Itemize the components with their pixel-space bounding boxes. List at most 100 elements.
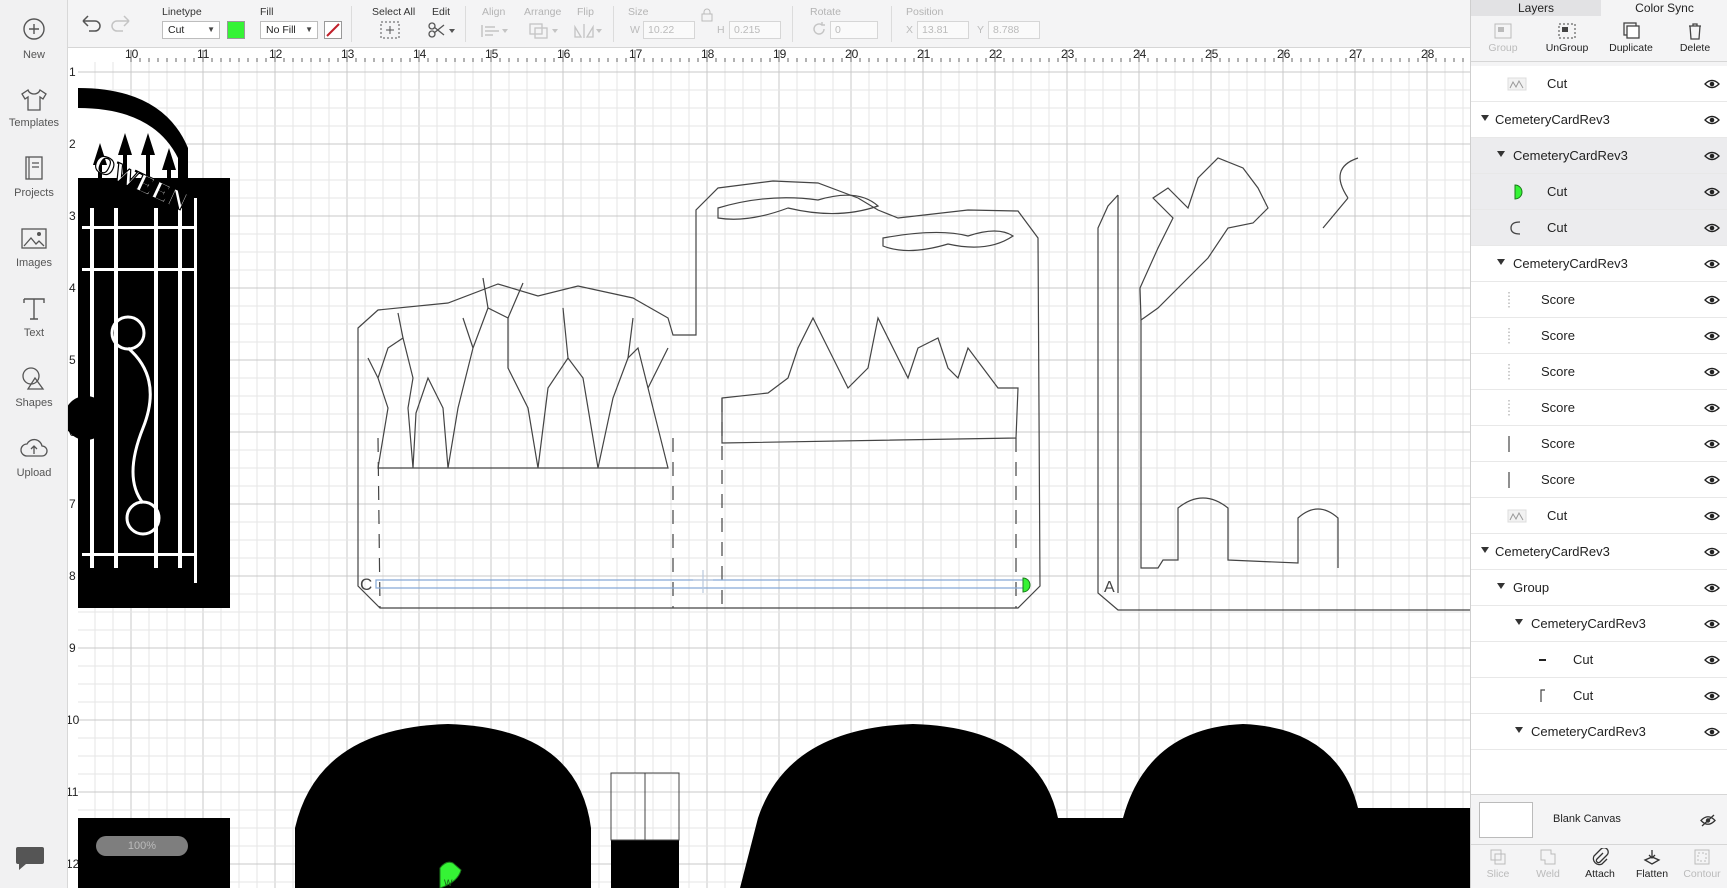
- eye-icon[interactable]: [1704, 258, 1720, 270]
- eye-icon[interactable]: [1704, 366, 1720, 378]
- arrange-icon[interactable]: [528, 22, 560, 40]
- ruler-left-label: 12: [68, 857, 80, 871]
- blank-canvas-swatch[interactable]: [1479, 802, 1533, 838]
- eye-icon[interactable]: [1704, 222, 1720, 234]
- sidebar-item-images[interactable]: Images: [0, 224, 68, 269]
- eye-icon[interactable]: [1704, 654, 1720, 666]
- layer-row[interactable]: Score: [1471, 426, 1727, 462]
- expand-triangle-icon[interactable]: [1515, 727, 1523, 733]
- ungroup-button[interactable]: UnGroup: [1535, 22, 1599, 54]
- select-all-icon[interactable]: [380, 21, 400, 39]
- expand-triangle-icon[interactable]: [1481, 115, 1489, 121]
- layer-row[interactable]: CemeteryCardRev3: [1471, 102, 1727, 138]
- eye-icon[interactable]: [1704, 546, 1720, 558]
- tab-color-sync[interactable]: Color Sync: [1601, 0, 1727, 16]
- lock-icon[interactable]: [701, 8, 713, 22]
- eye-icon[interactable]: [1704, 186, 1720, 198]
- layer-list[interactable]: Cut CemeteryCardRev3 CemeteryCardRev3 Cut Cu…: [1471, 66, 1727, 794]
- layer-row[interactable]: CemeteryCardRev3: [1471, 714, 1727, 750]
- layer-row[interactable]: Score: [1471, 354, 1727, 390]
- linetype-color-swatch[interactable]: [227, 21, 245, 39]
- layer-row[interactable]: Cut: [1471, 66, 1727, 102]
- expand-triangle-icon[interactable]: [1515, 619, 1523, 625]
- rotate-value: 0: [835, 24, 841, 36]
- eye-icon[interactable]: [1704, 582, 1720, 594]
- slice-button[interactable]: Slice: [1473, 848, 1523, 880]
- eye-icon[interactable]: [1704, 618, 1720, 630]
- blank-canvas-row[interactable]: Blank Canvas: [1471, 794, 1727, 844]
- design-canvas[interactable]: 10 11 12 13 14 15 16 17 18 19 20 21 22 23 24 25 26 27 28 1…: [68, 48, 1470, 888]
- layer-row[interactable]: Cut: [1471, 210, 1727, 246]
- layer-row[interactable]: Score: [1471, 462, 1727, 498]
- ruler-left-label: 2: [69, 137, 76, 151]
- eye-hidden-icon[interactable]: [1700, 814, 1716, 827]
- no-fill-swatch[interactable]: [324, 21, 342, 39]
- align-icon[interactable]: [480, 23, 510, 39]
- expand-triangle-icon[interactable]: [1497, 259, 1505, 265]
- eye-icon[interactable]: [1704, 474, 1720, 486]
- eye-icon[interactable]: [1704, 690, 1720, 702]
- eye-icon[interactable]: [1704, 294, 1720, 306]
- sidebar-item-shapes[interactable]: Shapes: [0, 364, 68, 409]
- attach-button[interactable]: Attach: [1575, 848, 1625, 880]
- fill-select[interactable]: No Fill ▼: [260, 21, 318, 39]
- size-h-input[interactable]: 0.215: [729, 21, 781, 39]
- pos-y-input[interactable]: 8.788: [988, 21, 1040, 39]
- layer-name: CemeteryCardRev3: [1531, 724, 1646, 739]
- expand-triangle-icon[interactable]: [1497, 583, 1505, 589]
- group-button[interactable]: Group: [1471, 22, 1535, 54]
- sidebar-item-text[interactable]: Text: [0, 294, 68, 339]
- layer-tools: Group UnGroup Duplicate Delete: [1471, 18, 1727, 62]
- eye-icon[interactable]: [1704, 330, 1720, 342]
- edit-scissors-icon[interactable]: [428, 21, 456, 39]
- fill-value: No Fill: [266, 24, 296, 36]
- layer-thumbnail: [1539, 659, 1546, 661]
- contour-button[interactable]: Contour: [1677, 848, 1727, 880]
- eye-icon[interactable]: [1704, 78, 1720, 90]
- layer-row[interactable]: Group: [1471, 570, 1727, 606]
- canvas-drawing[interactable]: 10 11 12 13 14 15 16 17 18 19 20 21 22 23 24 25 26 27 28 1…: [68, 48, 1470, 888]
- size-w-input[interactable]: 10.22: [643, 21, 695, 39]
- layer-row[interactable]: CemeteryCardRev3: [1471, 534, 1727, 570]
- delete-button[interactable]: Delete: [1663, 22, 1727, 54]
- sidebar-item-new[interactable]: New: [0, 16, 68, 61]
- linetype-select[interactable]: Cut ▼: [162, 21, 220, 39]
- layer-row[interactable]: CemeteryCardRev3: [1471, 606, 1727, 642]
- sidebar-item-upload[interactable]: Upload: [0, 434, 68, 479]
- ruler-top-label: 26: [1277, 48, 1291, 61]
- eye-icon[interactable]: [1704, 438, 1720, 450]
- sidebar-item-projects[interactable]: Projects: [0, 154, 68, 199]
- eye-icon[interactable]: [1704, 150, 1720, 162]
- layer-name: Score: [1541, 328, 1575, 343]
- layer-row[interactable]: CemeteryCardRev3: [1471, 246, 1727, 282]
- duplicate-button[interactable]: Duplicate: [1599, 22, 1663, 54]
- book-icon: [25, 156, 43, 180]
- expand-triangle-icon[interactable]: [1497, 151, 1505, 157]
- eye-icon[interactable]: [1704, 402, 1720, 414]
- layer-row[interactable]: Score: [1471, 318, 1727, 354]
- undo-icon[interactable]: [80, 12, 102, 32]
- expand-triangle-icon[interactable]: [1481, 547, 1489, 553]
- pos-x-input[interactable]: 13.81: [917, 21, 969, 39]
- layer-row[interactable]: CemeteryCardRev3: [1471, 138, 1727, 174]
- flatten-button[interactable]: Flatten: [1627, 848, 1677, 880]
- select-all-label: Select All: [372, 6, 416, 18]
- flip-icon[interactable]: [572, 22, 604, 40]
- sidebar-item-templates[interactable]: Templates: [0, 84, 68, 129]
- zoom-control[interactable]: 100%: [96, 836, 188, 856]
- eye-icon[interactable]: [1704, 114, 1720, 126]
- layer-row[interactable]: Cut: [1471, 498, 1727, 534]
- layer-row[interactable]: Cut: [1471, 642, 1727, 678]
- chat-icon[interactable]: [14, 844, 46, 872]
- sidebar-label: Upload: [16, 467, 52, 479]
- weld-button[interactable]: Weld: [1523, 848, 1573, 880]
- layer-row[interactable]: Score: [1471, 390, 1727, 426]
- layer-row[interactable]: Score: [1471, 282, 1727, 318]
- eye-icon[interactable]: [1704, 510, 1720, 522]
- eye-icon[interactable]: [1704, 726, 1720, 738]
- layer-row[interactable]: Cut: [1471, 174, 1727, 210]
- layer-row[interactable]: Cut: [1471, 678, 1727, 714]
- rotate-input[interactable]: 0: [830, 21, 878, 39]
- redo-icon[interactable]: [110, 12, 132, 32]
- tab-layers[interactable]: Layers: [1471, 0, 1601, 16]
